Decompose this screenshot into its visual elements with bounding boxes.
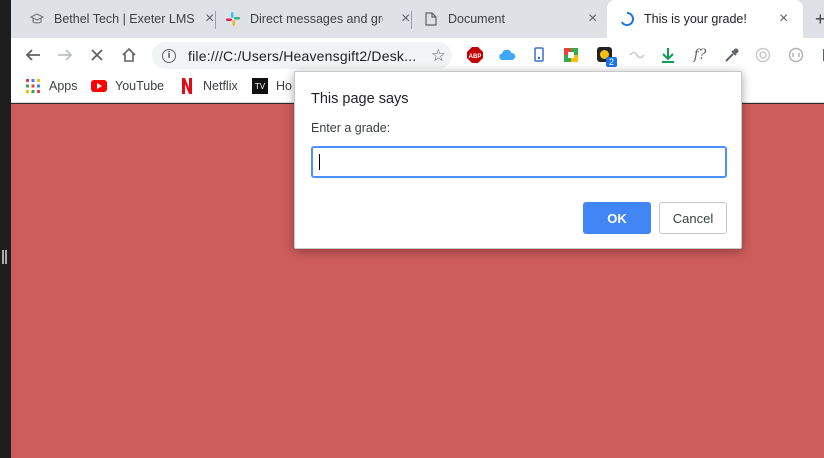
apps-grid-icon — [25, 78, 41, 94]
browser-toolbar: i file:///C:/Users/Heavensgift2/Desk... … — [11, 38, 824, 72]
cancel-button[interactable]: Cancel — [659, 202, 727, 234]
bookmark-label: Apps — [49, 79, 78, 93]
close-tab-icon[interactable]: × — [588, 10, 597, 28]
close-tab-icon[interactable]: × — [779, 10, 788, 28]
tab-document[interactable]: Document × — [423, 0, 605, 38]
formula-extension-icon[interactable]: f? — [689, 46, 711, 64]
cloud-extension-icon[interactable] — [498, 46, 516, 64]
info-icon[interactable]: i — [162, 48, 176, 63]
tab-title: Bethel Tech | Exeter LMS — [54, 12, 195, 26]
tab-bethel-tech[interactable]: Bethel Tech | Exeter LMS × — [29, 0, 219, 38]
back-button[interactable] — [21, 43, 45, 67]
address-bar[interactable]: i file:///C:/Users/Heavensgift2/Desk... … — [152, 42, 452, 69]
loading-spinner-icon — [619, 11, 635, 27]
bookmark-label: Netflix — [203, 79, 238, 93]
tab-grade-active[interactable]: This is your grade! × — [607, 0, 803, 38]
tab-strip: Bethel Tech | Exeter LMS × Direct messag… — [11, 0, 824, 38]
netflix-icon — [179, 78, 195, 94]
bookmark-label: Ho — [276, 79, 292, 93]
plus-icon: + — [815, 8, 824, 29]
dialog-title: This page says — [311, 91, 409, 107]
coin-extension-icon[interactable]: 2 — [596, 46, 618, 67]
stop-button[interactable] — [85, 43, 109, 67]
ok-button[interactable]: OK — [583, 202, 651, 234]
text-caret — [319, 154, 320, 170]
tab-title: Document — [448, 12, 505, 26]
tab-separator — [215, 11, 216, 29]
dialog-message: Enter a grade: — [311, 121, 391, 135]
tab-direct-messages[interactable]: Direct messages and gro × — [225, 0, 417, 38]
arrow-left-icon — [25, 49, 40, 61]
left-window-edge — [0, 0, 11, 458]
circle-extension-icon[interactable] — [787, 46, 805, 64]
google-drive-extension-icon[interactable] — [562, 46, 580, 64]
bookmark-apps[interactable]: Apps — [25, 78, 78, 94]
more-extensions-icon[interactable] — [817, 46, 824, 64]
resize-handle[interactable] — [2, 250, 7, 264]
new-tab-button[interactable]: + — [815, 0, 824, 38]
svg-text:TV: TV — [255, 82, 266, 91]
bookmark-home-tv[interactable]: TV Ho — [252, 78, 292, 94]
prompt-dialog: This page says Enter a grade: OK Cancel — [294, 71, 742, 249]
bookmark-youtube[interactable]: YouTube — [91, 78, 164, 94]
tab-title: This is your grade! — [644, 12, 747, 26]
adblock-extension-icon[interactable]: ABP — [466, 46, 484, 64]
forward-button[interactable] — [53, 43, 77, 67]
touch-extension-icon[interactable] — [530, 46, 548, 64]
tv-icon: TV — [252, 78, 268, 94]
grade-input[interactable] — [311, 146, 727, 178]
close-tab-icon[interactable]: × — [401, 10, 410, 28]
home-button[interactable] — [117, 43, 141, 67]
extension-badge: 2 — [606, 57, 618, 67]
close-icon — [91, 49, 103, 61]
link-extension-icon[interactable] — [628, 46, 646, 64]
download-extension-icon[interactable] — [659, 46, 677, 64]
slack-icon — [225, 11, 241, 27]
youtube-icon — [91, 78, 107, 94]
tab-title: Direct messages and gro — [250, 12, 383, 26]
bookmark-netflix[interactable]: Netflix — [179, 78, 238, 94]
eyedropper-extension-icon[interactable] — [723, 46, 741, 64]
bookmark-label: YouTube — [115, 79, 165, 93]
document-icon — [423, 11, 439, 27]
home-icon — [122, 47, 136, 62]
tab-separator — [411, 11, 412, 29]
target-extension-icon[interactable] — [754, 46, 772, 64]
url-text[interactable]: file:///C:/Users/Heavensgift2/Desk... — [188, 48, 418, 64]
star-icon[interactable]: ☆ — [431, 46, 446, 66]
adblock-label: ABP — [469, 54, 482, 60]
close-tab-icon[interactable]: × — [205, 10, 214, 28]
cap-icon — [29, 11, 45, 27]
arrow-right-icon — [58, 49, 73, 61]
